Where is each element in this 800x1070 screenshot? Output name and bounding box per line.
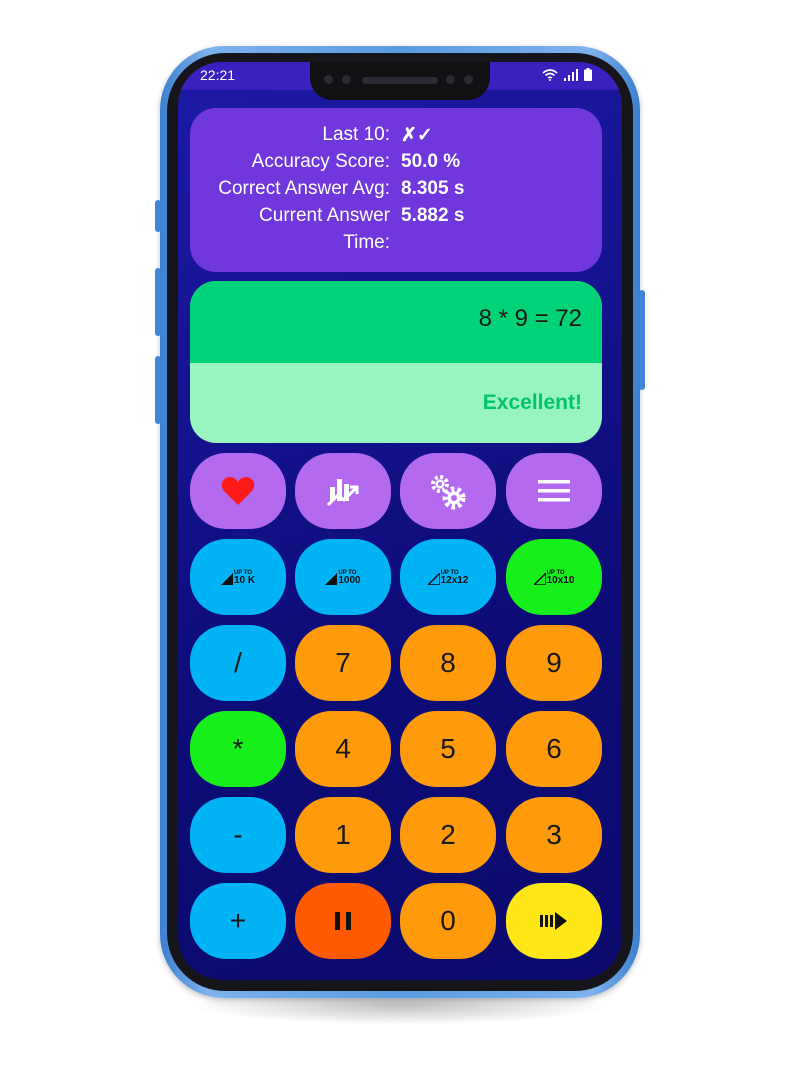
gears-icon (431, 475, 466, 510)
stat-label: Correct Answer Avg: (218, 178, 390, 199)
menu-button[interactable] (506, 453, 602, 529)
stat-row-current-answer: Current Answer 5.882 s (190, 205, 602, 231)
divide-button[interactable]: / (190, 625, 286, 701)
signal-icon (564, 68, 578, 81)
front-camera (324, 75, 333, 84)
subtract-button[interactable]: - (190, 797, 286, 873)
stats-button[interactable] (295, 453, 391, 529)
level-10k-button[interactable]: UP TO 10 K (190, 539, 286, 615)
stat-value: 5.882 s (401, 205, 465, 226)
level-12x12-button[interactable]: UP TO 12x12 (400, 539, 496, 615)
ramp-icon (325, 573, 338, 585)
digit-0-button[interactable]: 0 (400, 883, 496, 959)
level-value: 12x12 (440, 575, 469, 586)
digit-9-button[interactable]: 9 (506, 625, 602, 701)
wifi-icon (542, 68, 558, 81)
ramp-icon (220, 573, 233, 585)
app-screen: 22:21 Last 10: ✗✓ Accuracy Score: 50.0 %… (178, 62, 622, 980)
stat-row-time: Time: (190, 232, 602, 258)
next-button[interactable] (506, 883, 602, 959)
sensor (446, 75, 455, 84)
digit-7-button[interactable]: 7 (295, 625, 391, 701)
digit-4-button[interactable]: 4 (295, 711, 391, 787)
stat-value: ✗✓ (401, 125, 433, 146)
add-button[interactable]: + (190, 883, 286, 959)
digit-5-button[interactable]: 5 (400, 711, 496, 787)
battery-icon (584, 68, 592, 81)
stat-value: 8.305 s (401, 178, 465, 199)
level-badge: UP TO 12x12 (427, 569, 469, 586)
side-button-power (639, 290, 645, 390)
level-value: 10 K (233, 575, 256, 586)
heart-icon (221, 477, 255, 505)
stats-panel: Last 10: ✗✓ Accuracy Score: 50.0 % Corre… (190, 108, 602, 272)
digit-2-button[interactable]: 2 (400, 797, 496, 873)
side-button-volume-down (155, 356, 161, 424)
stat-row-accuracy: Accuracy Score: 50.0 % (190, 151, 602, 177)
multiply-button[interactable]: * (190, 711, 286, 787)
stat-label: Current Answer (259, 205, 390, 226)
pause-button[interactable] (295, 883, 391, 959)
equation-text: 8 * 9 = 72 (478, 305, 582, 332)
stat-label: Accuracy Score: (251, 151, 390, 172)
stat-value: 50.0 % (401, 151, 461, 172)
level-value: 1000 (338, 575, 361, 586)
level-badge: UP TO 1000 (325, 569, 361, 586)
sensor (342, 75, 351, 84)
status-time: 22:21 (200, 67, 236, 83)
stat-label: Time: (343, 232, 390, 253)
level-value: 10x10 (546, 575, 575, 586)
menu-icon (538, 480, 570, 502)
digit-1-button[interactable]: 1 (295, 797, 391, 873)
digit-8-button[interactable]: 8 (400, 625, 496, 701)
earpiece-speaker (362, 77, 438, 84)
chart-icon (326, 479, 359, 507)
feedback-text: Excellent! (482, 391, 582, 414)
pause-icon (335, 912, 351, 930)
fast-forward-icon (540, 912, 567, 930)
camera-notch (310, 62, 490, 100)
stat-row-correct-avg: Correct Answer Avg: 8.305 s (190, 178, 602, 204)
stat-label: Last 10: (322, 124, 390, 145)
side-button-mute (155, 200, 161, 232)
level-10x10-button[interactable]: UP TO 10x10 (506, 539, 602, 615)
status-icons (542, 68, 592, 81)
level-badge: UP TO 10 K (220, 569, 256, 586)
digit-6-button[interactable]: 6 (506, 711, 602, 787)
level-badge: UP TO 10x10 (533, 569, 575, 586)
ramp-icon (427, 573, 440, 585)
level-1000-button[interactable]: UP TO 1000 (295, 539, 391, 615)
ramp-icon (533, 573, 546, 585)
favorite-button[interactable] (190, 453, 286, 529)
side-button-volume-up (155, 268, 161, 336)
equation-area: 8 * 9 = 72 (190, 281, 602, 363)
digit-3-button[interactable]: 3 (506, 797, 602, 873)
stat-row-last10: Last 10: ✗✓ (190, 124, 602, 150)
settings-button[interactable] (400, 453, 496, 529)
answer-display: 8 * 9 = 72 Excellent! (190, 281, 602, 443)
sensor (464, 75, 473, 84)
